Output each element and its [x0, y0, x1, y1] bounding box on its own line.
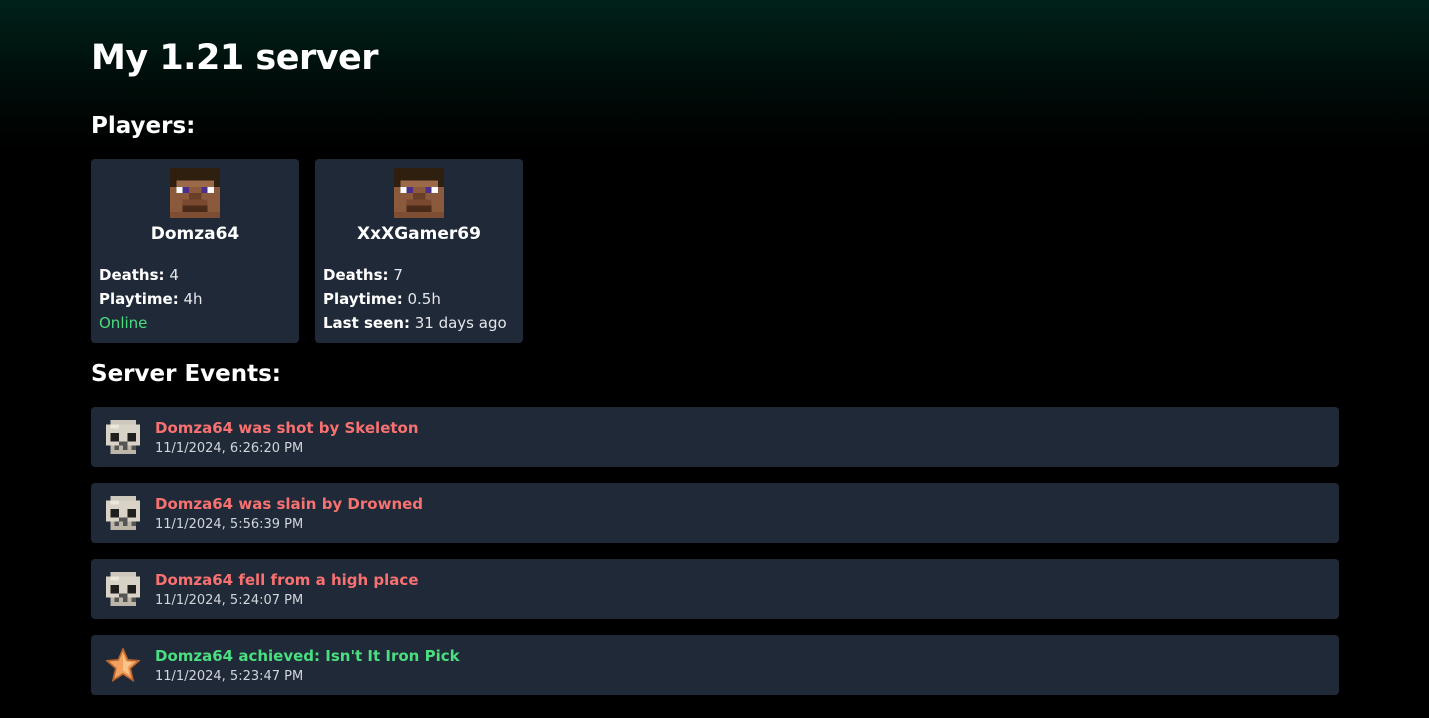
- event-text: Domza64 fell from a high place 11/1/2024…: [155, 570, 419, 609]
- deaths-label: Deaths:: [99, 266, 165, 284]
- player-card[interactable]: Domza64 Deaths: 4 Playtime: 4h Online: [91, 159, 299, 343]
- player-card[interactable]: XxXGamer69 Deaths: 7 Playtime: 0.5h Last…: [315, 159, 523, 343]
- skull-icon: [106, 496, 140, 530]
- event-timestamp: 11/1/2024, 5:23:47 PM: [155, 668, 304, 684]
- event-message: Domza64 was slain by Drowned: [155, 494, 424, 513]
- event-text: Domza64 was slain by Drowned 11/1/2024, …: [155, 494, 423, 533]
- event-text: Domza64 was shot by Skeleton 11/1/2024, …: [155, 418, 419, 457]
- player-name: Domza64: [150, 224, 240, 244]
- star-icon: [106, 648, 140, 682]
- skull-icon: [106, 420, 140, 454]
- player-deaths: Deaths: 4: [99, 263, 291, 287]
- skull-icon: [106, 572, 140, 606]
- event-message: Domza64 was shot by Skeleton: [155, 418, 419, 437]
- steve-head-icon: [169, 168, 221, 218]
- event-text: Domza64 achieved: Isn't It Iron Pick 11/…: [155, 646, 460, 685]
- player-last-seen: Last seen: 31 days ago: [323, 311, 515, 335]
- deaths-label: Deaths:: [323, 266, 389, 284]
- server-events-heading: Server Events:: [91, 361, 282, 387]
- event-list: Domza64 was shot by Skeleton 11/1/2024, …: [91, 407, 1339, 711]
- deaths-value: 4: [169, 266, 179, 284]
- player-playtime: Playtime: 4h: [99, 287, 291, 311]
- event-message: Domza64 achieved: Isn't It Iron Pick: [155, 646, 460, 665]
- playtime-value: 0.5h: [407, 290, 441, 308]
- last-seen-label: Last seen:: [323, 314, 410, 332]
- deaths-value: 7: [393, 266, 403, 284]
- event-timestamp: 11/1/2024, 6:26:20 PM: [155, 440, 304, 456]
- playtime-label: Playtime:: [99, 290, 179, 308]
- player-stats: Deaths: 4 Playtime: 4h Online: [99, 263, 291, 335]
- player-status-online: Online: [99, 314, 148, 332]
- last-seen-value: 31 days ago: [414, 314, 507, 332]
- event-timestamp: 11/1/2024, 5:56:39 PM: [155, 516, 304, 532]
- player-name: XxXGamer69: [357, 224, 481, 244]
- playtime-label: Playtime:: [323, 290, 403, 308]
- player-deaths: Deaths: 7: [323, 263, 515, 287]
- page-title: My 1.21 server: [91, 38, 379, 78]
- steve-head-icon: [393, 168, 445, 218]
- event-message: Domza64 fell from a high place: [155, 570, 419, 589]
- event-row-death: Domza64 fell from a high place 11/1/2024…: [91, 559, 1339, 619]
- player-list: Domza64 Deaths: 4 Playtime: 4h Online Xx…: [91, 159, 523, 343]
- playtime-value: 4h: [183, 290, 203, 308]
- player-playtime: Playtime: 0.5h: [323, 287, 515, 311]
- event-row-death: Domza64 was slain by Drowned 11/1/2024, …: [91, 483, 1339, 543]
- event-timestamp: 11/1/2024, 5:24:07 PM: [155, 592, 304, 608]
- event-row-death: Domza64 was shot by Skeleton 11/1/2024, …: [91, 407, 1339, 467]
- player-stats: Deaths: 7 Playtime: 0.5h Last seen: 31 d…: [323, 263, 515, 335]
- players-heading: Players:: [91, 113, 196, 139]
- event-row-achievement: Domza64 achieved: Isn't It Iron Pick 11/…: [91, 635, 1339, 695]
